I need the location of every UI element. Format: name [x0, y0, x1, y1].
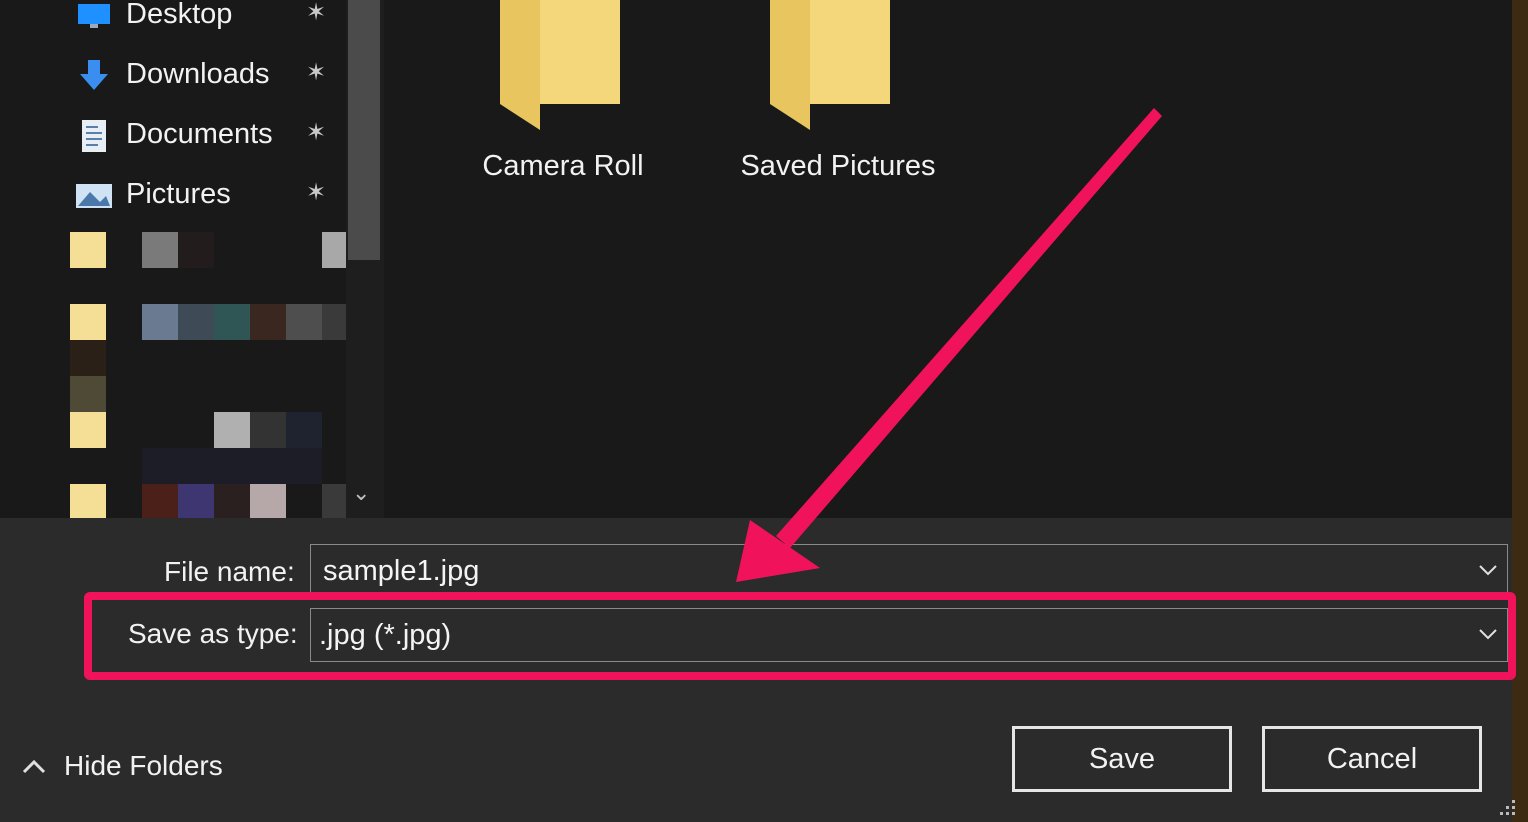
nav-item-pictures[interactable]: Pictures ✶	[0, 166, 345, 226]
folder-camera-roll[interactable]: Camera Roll	[468, 0, 658, 200]
nav-item-downloads[interactable]: Downloads ✶	[0, 46, 345, 106]
resize-grip-icon[interactable]	[1494, 796, 1518, 820]
folder-icon	[770, 0, 890, 130]
nav-item-label: Documents	[126, 118, 273, 150]
cancel-button[interactable]: Cancel	[1262, 726, 1482, 792]
pin-icon[interactable]: ✶	[306, 118, 326, 147]
nav-item-desktop[interactable]: Desktop ✶	[0, 0, 345, 46]
save-button[interactable]: Save	[1012, 726, 1232, 792]
nav-item-label: Desktop	[126, 0, 233, 30]
pin-icon[interactable]: ✶	[306, 178, 326, 207]
file-name-field[interactable]: sample1.jpg	[310, 544, 1508, 598]
chevron-down-icon[interactable]	[1477, 559, 1499, 581]
folder-label: Saved Pictures	[740, 150, 936, 182]
scroll-down-icon[interactable]: ⌄	[352, 480, 370, 506]
documents-icon	[82, 120, 106, 152]
pin-icon[interactable]: ✶	[306, 58, 326, 87]
desktop-icon	[78, 4, 110, 28]
pin-icon[interactable]: ✶	[306, 0, 326, 27]
folder-label: Camera Roll	[482, 150, 644, 182]
file-name-label: File name:	[164, 556, 295, 587]
background-window-edge	[1512, 0, 1528, 822]
folder-saved-pictures[interactable]: Saved Pictures	[738, 0, 938, 200]
hide-folders-label: Hide Folders	[64, 750, 223, 781]
nav-scrollbar-thumb[interactable]	[348, 0, 380, 260]
file-name-value: sample1.jpg	[323, 555, 480, 587]
chevron-up-icon	[22, 759, 46, 774]
file-list-pane: Camera Roll Saved Pictures	[388, 0, 1512, 518]
nav-item-label: Downloads	[126, 58, 270, 90]
nav-item-label: Pictures	[126, 178, 231, 210]
folder-icon	[500, 0, 620, 130]
nav-item-documents[interactable]: Documents ✶	[0, 106, 345, 166]
pictures-icon	[76, 184, 112, 208]
download-icon	[80, 60, 108, 90]
annotation-highlight-box	[84, 592, 1516, 680]
navigation-pane: Desktop ✶ Downloads ✶ Documents ✶ Pictur…	[0, 0, 388, 518]
